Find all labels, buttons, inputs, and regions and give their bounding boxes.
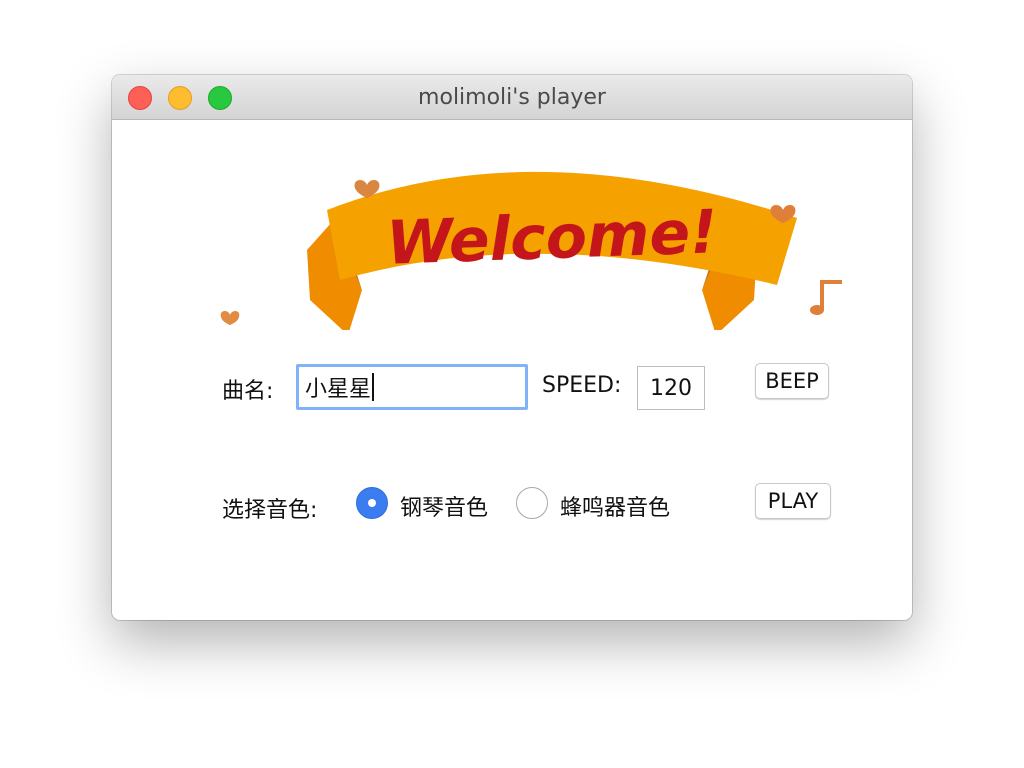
main-content: Welcome! 曲名: 小星星 SPEED: 120 BEEP 选择音色: 钢…	[112, 120, 912, 620]
app-window: molimoli's player Welcome! 曲名: 小星星 SPEED…	[112, 75, 912, 620]
heart-icon	[220, 311, 240, 325]
music-note-icon	[810, 280, 842, 315]
song-name-input[interactable]: 小星星	[296, 364, 528, 410]
piano-timbre-label[interactable]: 钢琴音色	[400, 490, 488, 522]
speed-input[interactable]: 120	[637, 366, 705, 410]
title-bar: molimoli's player	[112, 75, 912, 120]
banner-text: Welcome!	[385, 197, 718, 279]
piano-timbre-radio[interactable]	[356, 487, 388, 519]
timbre-label: 选择音色:	[222, 498, 318, 523]
song-name-label: 曲名:	[222, 379, 274, 404]
play-button[interactable]: PLAY	[755, 483, 831, 519]
beep-button[interactable]: BEEP	[755, 363, 829, 399]
speed-value: 120	[650, 375, 692, 401]
welcome-banner: Welcome!	[220, 171, 842, 330]
buzzer-timbre-radio[interactable]	[516, 487, 548, 519]
buzzer-timbre-label[interactable]: 蜂鸣器音色	[560, 490, 670, 522]
speed-label: SPEED:	[542, 373, 622, 398]
window-title: molimoli's player	[418, 85, 606, 110]
text-caret	[372, 373, 375, 401]
song-name-value: 小星星	[305, 377, 372, 402]
